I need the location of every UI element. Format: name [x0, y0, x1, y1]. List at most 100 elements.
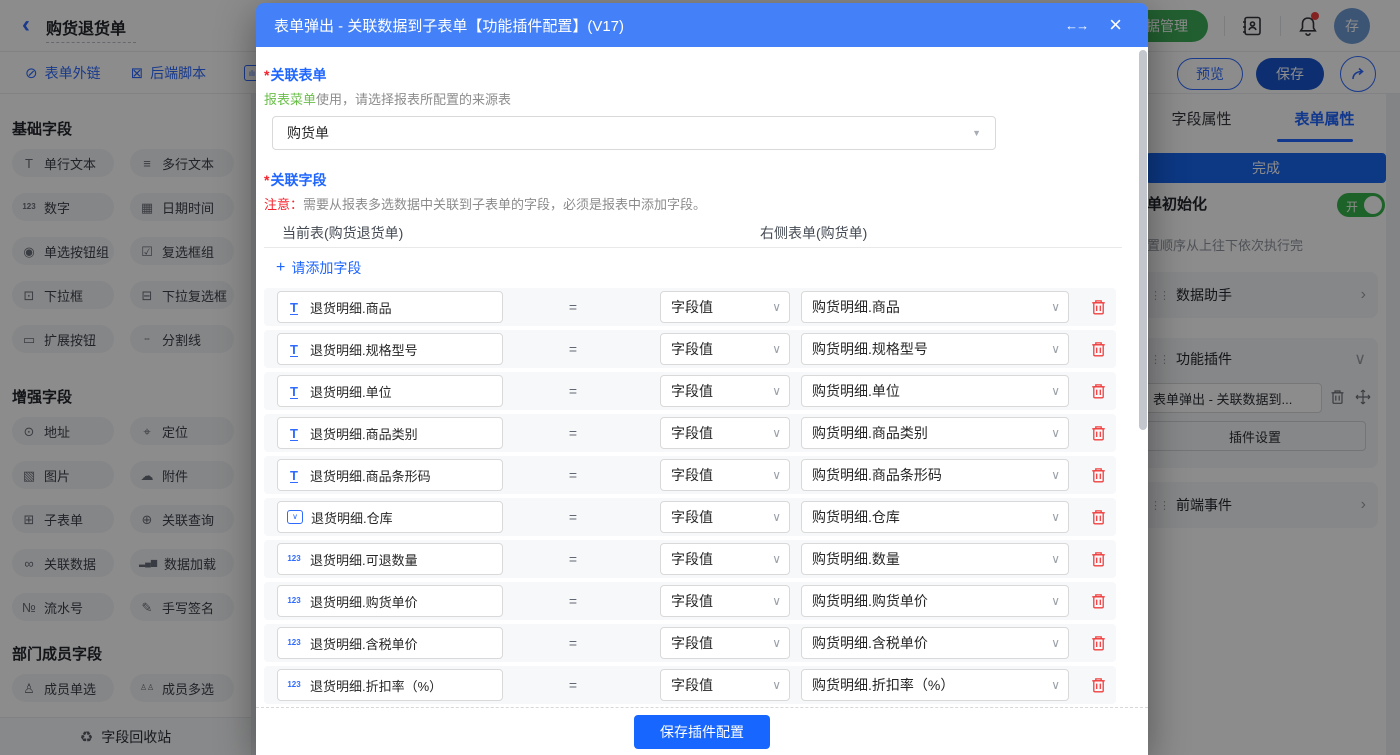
delete-row-icon[interactable]: [1091, 341, 1106, 357]
source-field-select[interactable]: 购货明细.折扣率（%） ∨: [801, 669, 1069, 701]
number-field-icon: 123: [287, 596, 301, 605]
source-field-select[interactable]: 购货明细.单位 ∨: [801, 375, 1069, 407]
target-field-name: 退货明细.折扣率（%）: [310, 678, 443, 694]
delete-row-icon[interactable]: [1091, 299, 1106, 315]
caret-down-icon: ▼: [972, 128, 981, 138]
chevron-down-icon: ∨: [1051, 384, 1060, 398]
target-field-name: 退货明细.含税单价: [310, 636, 418, 652]
add-field-link[interactable]: + 请添加字段: [264, 258, 1122, 278]
value-type-select[interactable]: 字段值 ∨: [660, 375, 790, 407]
field-mapping-row: 123 退货明细.含税单价 = 字段值 ∨ 购货明细.含税单价 ∨: [264, 624, 1116, 662]
source-form-select[interactable]: 购货单 ▼: [272, 116, 996, 150]
equals-operator: =: [568, 593, 578, 609]
related-form-hint: 报表菜单使用，请选择报表所配置的来源表: [264, 92, 512, 107]
text-field-icon: T: [290, 299, 298, 315]
value-type-select[interactable]: 字段值 ∨: [660, 543, 790, 575]
field-mapping-list: T 退货明细.商品 = 字段值 ∨ 购货明细.商品 ∨ T 退货明细.规格型号 …: [264, 288, 1122, 704]
field-mapping-row: ∨ 退货明细.仓库 = 字段值 ∨ 购货明细.仓库 ∨: [264, 498, 1116, 536]
target-field-input[interactable]: 123 退货明细.可退数量: [277, 543, 503, 575]
target-field-input[interactable]: 123 退货明细.折扣率（%）: [277, 669, 503, 701]
chevron-down-icon: ∨: [1051, 678, 1060, 692]
modal-footer: 保存插件配置: [256, 707, 1148, 755]
source-field-select[interactable]: 购货明细.规格型号 ∨: [801, 333, 1069, 365]
text-field-icon: T: [290, 383, 298, 399]
number-field-icon: 123: [287, 680, 301, 689]
target-field-name: 退货明细.商品类别: [310, 426, 418, 442]
value-type-select[interactable]: 字段值 ∨: [660, 291, 790, 323]
equals-operator: =: [568, 509, 578, 525]
divider: [264, 247, 1122, 248]
modal-scrollbar-thumb[interactable]: [1139, 50, 1147, 430]
select-field-icon: ∨: [287, 510, 303, 524]
current-table-header: 当前表(购货退货单): [282, 225, 404, 241]
delete-row-icon[interactable]: [1091, 467, 1106, 483]
chevron-down-icon: ∨: [1051, 342, 1060, 356]
mapping-column-headers: 当前表(购货退货单) 右侧表单(购货单): [264, 223, 1122, 241]
target-field-name: 退货明细.商品条形码: [310, 468, 431, 484]
close-icon[interactable]: ×: [1109, 14, 1122, 36]
equals-operator: =: [568, 383, 578, 399]
chevron-down-icon: ∨: [772, 636, 781, 650]
source-field-select[interactable]: 购货明细.商品条形码 ∨: [801, 459, 1069, 491]
equals-operator: =: [568, 635, 578, 651]
source-field-select[interactable]: 购货明细.数量 ∨: [801, 543, 1069, 575]
target-field-input[interactable]: T 退货明细.规格型号: [277, 333, 503, 365]
delete-row-icon[interactable]: [1091, 677, 1106, 693]
expand-icon[interactable]: ←→: [1065, 18, 1089, 33]
chevron-down-icon: ∨: [772, 468, 781, 482]
source-field-select[interactable]: 购货明细.含税单价 ∨: [801, 627, 1069, 659]
number-field-icon: 123: [287, 638, 301, 647]
value-type-select[interactable]: 字段值 ∨: [660, 585, 790, 617]
target-field-name: 退货明细.仓库: [311, 510, 393, 526]
delete-row-icon[interactable]: [1091, 635, 1106, 651]
field-mapping-row: T 退货明细.规格型号 = 字段值 ∨ 购货明细.规格型号 ∨: [264, 330, 1116, 368]
target-field-input[interactable]: ∨ 退货明细.仓库: [277, 501, 503, 533]
chevron-down-icon: ∨: [1051, 426, 1060, 440]
field-mapping-row: 123 退货明细.购货单价 = 字段值 ∨ 购货明细.购货单价 ∨: [264, 582, 1116, 620]
delete-row-icon[interactable]: [1091, 425, 1106, 441]
target-field-input[interactable]: T 退货明细.商品类别: [277, 417, 503, 449]
field-mapping-row: 123 退货明细.可退数量 = 字段值 ∨ 购货明细.数量 ∨: [264, 540, 1116, 578]
value-type-select[interactable]: 字段值 ∨: [660, 459, 790, 491]
chevron-down-icon: ∨: [1051, 552, 1060, 566]
chevron-down-icon: ∨: [772, 594, 781, 608]
chevron-down-icon: ∨: [772, 552, 781, 566]
delete-row-icon[interactable]: [1091, 593, 1106, 609]
source-field-select[interactable]: 购货明细.商品 ∨: [801, 291, 1069, 323]
field-mapping-row: 123 退货明细.折扣率（%） = 字段值 ∨ 购货明细.折扣率（%） ∨: [264, 666, 1116, 704]
delete-row-icon[interactable]: [1091, 383, 1106, 399]
target-field-input[interactable]: 123 退货明细.购货单价: [277, 585, 503, 617]
chevron-down-icon: ∨: [772, 300, 781, 314]
field-mapping-row: T 退货明细.商品 = 字段值 ∨ 购货明细.商品 ∨: [264, 288, 1116, 326]
source-field-select[interactable]: 购货明细.商品类别 ∨: [801, 417, 1069, 449]
value-type-select[interactable]: 字段值 ∨: [660, 627, 790, 659]
related-fields-note: 注意：需要从报表多选数据中关联到子表单的字段，必须是报表中添加字段。: [264, 197, 707, 212]
target-field-name: 退货明细.商品: [310, 300, 392, 316]
save-plugin-config-button[interactable]: 保存插件配置: [634, 714, 770, 749]
source-field-select[interactable]: 购货明细.仓库 ∨: [801, 501, 1069, 533]
delete-row-icon[interactable]: [1091, 551, 1106, 567]
target-field-input[interactable]: T 退货明细.商品: [277, 291, 503, 323]
chevron-down-icon: ∨: [772, 678, 781, 692]
target-field-input[interactable]: T 退货明细.单位: [277, 375, 503, 407]
delete-row-icon[interactable]: [1091, 509, 1106, 525]
value-type-select[interactable]: 字段值 ∨: [660, 333, 790, 365]
text-field-icon: T: [290, 341, 298, 357]
target-field-input[interactable]: 123 退货明细.含税单价: [277, 627, 503, 659]
value-type-select[interactable]: 字段值 ∨: [660, 417, 790, 449]
source-field-select[interactable]: 购货明细.购货单价 ∨: [801, 585, 1069, 617]
related-form-label: *关联表单: [264, 67, 327, 83]
chevron-down-icon: ∨: [772, 384, 781, 398]
equals-operator: =: [568, 341, 578, 357]
target-field-input[interactable]: T 退货明细.商品条形码: [277, 459, 503, 491]
equals-operator: =: [568, 677, 578, 693]
value-type-select[interactable]: 字段值 ∨: [660, 501, 790, 533]
text-field-icon: T: [290, 467, 298, 483]
target-field-name: 退货明细.规格型号: [310, 342, 418, 358]
app-root: ‹ 购货退货单 数据管理 存 ⊘ 表单外链 ⊠ 后端脚本 ılı 预览 保存 基…: [0, 0, 1400, 755]
modal-body: *关联表单 报表菜单使用，请选择报表所配置的来源表 购货单 ▼ *关联字段 注意…: [256, 47, 1148, 707]
plugin-config-modal: 表单弹出 - 关联数据到子表单【功能插件配置】(V17) ←→ × *关联表单 …: [256, 3, 1148, 755]
chevron-down-icon: ∨: [772, 510, 781, 524]
chevron-down-icon: ∨: [772, 426, 781, 440]
value-type-select[interactable]: 字段值 ∨: [660, 669, 790, 701]
